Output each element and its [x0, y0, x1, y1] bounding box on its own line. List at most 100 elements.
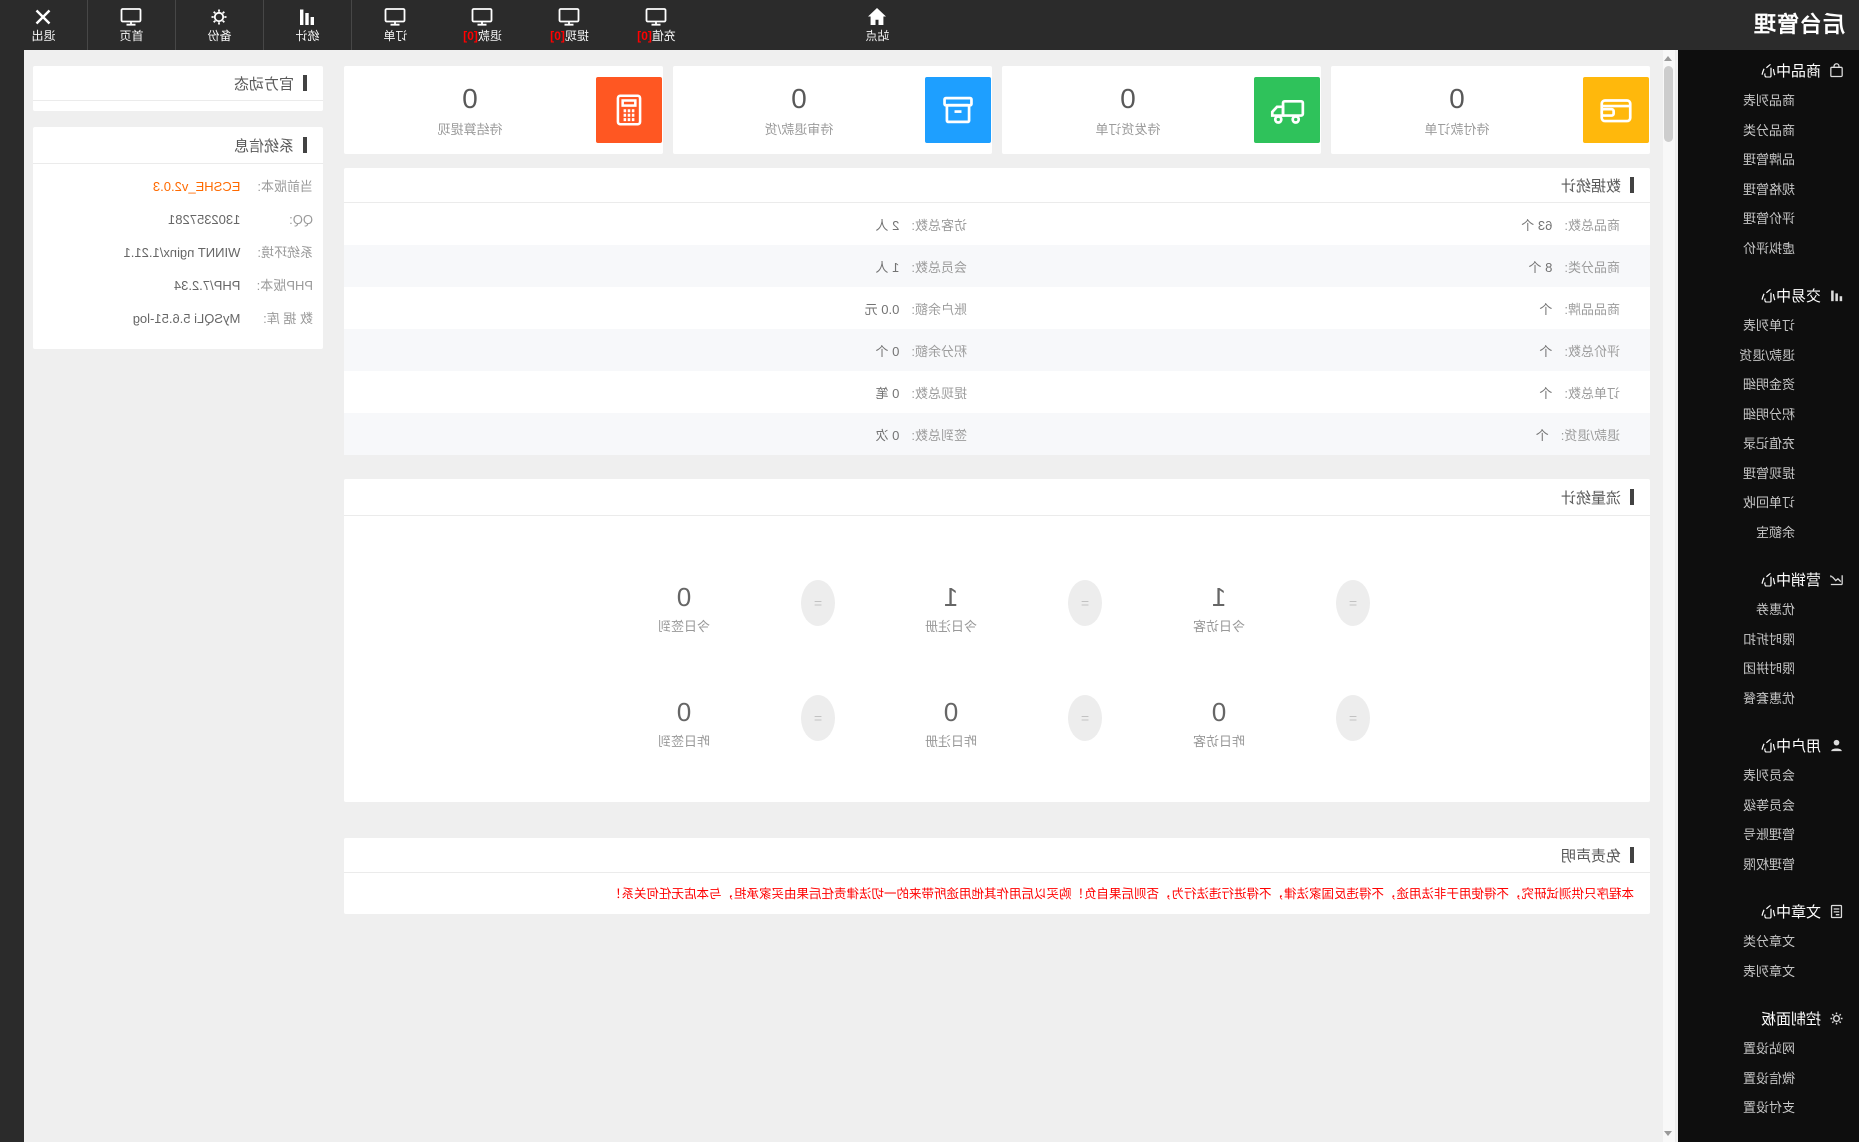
stat-value: 8 个 — [1528, 259, 1553, 275]
sidebar-item-admin-permissions[interactable]: 管理权限 — [1678, 850, 1859, 880]
sidebar-item-site-settings[interactable]: 网站设置 — [1678, 1034, 1859, 1064]
monitor-icon — [352, 4, 439, 29]
stat-label: 商品总数: — [1564, 217, 1620, 233]
metric-today-registrations: = 1 今日注册 — [881, 580, 1102, 635]
nav-item-refund[interactable]: 退款[0] — [439, 0, 526, 50]
nav-item-label: 统计 — [295, 29, 320, 43]
edge-dark-strip — [0, 50, 24, 1142]
traffic-stats-panel: 流量统计 = 1 今日访客 = 1 今日注册 = 0 今日签到 = 0 昨日访客… — [344, 479, 1650, 802]
card-content: 0 待付款订单 — [1331, 83, 1583, 138]
sidebar-item-brand-manage[interactable]: 品牌管理 — [1678, 145, 1859, 175]
traffic-metrics: = 1 今日访客 = 1 今日注册 = 0 今日签到 = 0 昨日访客 = 0 … — [344, 516, 1650, 802]
metric-value: 0 — [676, 582, 692, 612]
nav-item-withdraw[interactable]: 提现[0] — [526, 0, 613, 50]
equals-icon: = — [1068, 695, 1102, 741]
sidebar-item-payment-settings[interactable]: 支付设置 — [1678, 1093, 1859, 1123]
stat-cards-row: 0 待付款订单 0 待发货订单 0 待审退款/货 0 待结算提现 — [344, 66, 1650, 154]
sidebar-item-combo-deal[interactable]: 优惠套餐 — [1678, 684, 1859, 714]
sidebar-item-wechat-settings[interactable]: 微信设置 — [1678, 1064, 1859, 1094]
metric-value: 1 — [1211, 582, 1227, 612]
sidebar-item-article-list[interactable]: 文章列表 — [1678, 957, 1859, 987]
stat-label: 访客总数: — [911, 217, 967, 233]
user-icon — [1828, 737, 1845, 754]
sidebar-item-coupons[interactable]: 优惠券 — [1678, 595, 1859, 625]
nav-item-site[interactable]: 站点 — [834, 0, 921, 50]
sidebar-header-articles[interactable]: 文章中心 — [1678, 895, 1859, 927]
card-label: 待审退款/货 — [764, 121, 834, 137]
panel-header: 数据统计 — [344, 168, 1650, 203]
sidebar-item-recharge-record[interactable]: 充值记录 — [1678, 429, 1859, 459]
sidebar-item-virtual-review[interactable]: 虚拟评价 — [1678, 234, 1859, 264]
sidebar-item-refund-return[interactable]: 退款/退货 — [1678, 341, 1859, 371]
scrollbar-thumb[interactable] — [1664, 66, 1673, 142]
sidebar-header-users[interactable]: 用户中心 — [1678, 729, 1859, 761]
navbar-menu: 站点 充值[0] 提现[0] 退款[0] 订单 统计 备份 首页 退出 — [0, 0, 921, 50]
sidebar-item-spec-manage[interactable]: 规格管理 — [1678, 175, 1859, 205]
nav-item-homepage[interactable]: 首页 — [88, 0, 176, 50]
nav-item-statistics[interactable]: 统计 — [264, 0, 352, 50]
nav-item-label: 提现[0] — [550, 29, 589, 43]
stat-value: 63 个 — [1521, 217, 1553, 233]
list-item: 数 据 库: MySQLi 5.6.51-log — [33, 302, 323, 335]
metric-label: 昨日注册 — [925, 734, 978, 749]
card-label: 待付款订单 — [1424, 121, 1490, 137]
scrollbar-up-arrow-icon[interactable] — [1664, 56, 1672, 61]
sidebar-header-products[interactable]: 商品中心 — [1678, 54, 1859, 86]
panel-title: 流量统计 — [1560, 489, 1621, 507]
sidebar-header-settings[interactable]: 控制面板 — [1678, 1002, 1859, 1034]
nav-item-orders[interactable]: 订单 — [352, 0, 439, 50]
nav-item-label: 退款[0] — [463, 29, 502, 43]
nav-item-recharge[interactable]: 充值[0] — [613, 0, 700, 50]
table-row: 商品品牌: 个 账户余额: 0.0 元 — [344, 287, 1650, 329]
sidebar-header-trade[interactable]: 交易中心 — [1678, 279, 1859, 311]
sidebar-item-article-category[interactable]: 文章分类 — [1678, 927, 1859, 957]
sidebar-item-goods-category[interactable]: 商品分类 — [1678, 116, 1859, 146]
sidebar-section-title: 商品中心 — [1760, 62, 1821, 80]
sidebar-header-marketing[interactable]: 营销中心 — [1678, 563, 1859, 595]
card-pending-payment[interactable]: 0 待付款订单 — [1331, 66, 1650, 154]
sidebar-item-admin-accounts[interactable]: 管理账号 — [1678, 820, 1859, 850]
stat-label: 退款/退货: — [1560, 427, 1620, 443]
equals-icon: = — [1336, 580, 1370, 626]
nav-item-label: 退出 — [31, 29, 56, 43]
header-accent-bar — [1630, 177, 1634, 193]
document-icon — [1828, 903, 1845, 920]
sidebar-item-flash-discount[interactable]: 限时折扣 — [1678, 625, 1859, 655]
data-stats-panel: 数据统计 商品总数: 63 个 访客总数: 2 人 商品分类: 8 个 会员总数: 1 … — [344, 168, 1650, 455]
panel-header: 官方动态 — [33, 66, 323, 101]
panel-header: 免责声明 — [344, 838, 1650, 873]
card-value: 0 — [791, 82, 807, 114]
main-column: 0 待付款订单 0 待发货订单 0 待审退款/货 0 待结算提现 数据统计 商品… — [344, 66, 1650, 914]
sidebar-item-goods-list[interactable]: 商品列表 — [1678, 86, 1859, 116]
sidebar-item-withdraw-manage[interactable]: 提现管理 — [1678, 459, 1859, 489]
count-badge: [0] — [550, 29, 565, 43]
main-content: 0 待付款订单 0 待发货订单 0 待审退款/货 0 待结算提现 数据统计 商品… — [24, 50, 1663, 1142]
sidebar-item-order-recycle[interactable]: 订单回收 — [1678, 488, 1859, 518]
sidebar-item-member-list[interactable]: 会员列表 — [1678, 761, 1859, 791]
card-pending-refund-review[interactable]: 0 待审退款/货 — [673, 66, 992, 154]
header-accent-bar — [303, 137, 307, 153]
sidebar-item-group-buy[interactable]: 限时拼团 — [1678, 654, 1859, 684]
bar-chart-icon — [1828, 287, 1845, 304]
sidebar-item-review-manage[interactable]: 评价管理 — [1678, 204, 1859, 234]
card-pending-shipment[interactable]: 0 待发货订单 — [1002, 66, 1321, 154]
nav-item-backup[interactable]: 备份 — [176, 0, 264, 50]
calculator-icon — [596, 77, 662, 143]
count-badge: [0] — [463, 29, 478, 43]
sys-label: QQ: — [289, 212, 313, 227]
equals-icon: = — [801, 580, 835, 626]
content-scrollbar[interactable] — [1663, 50, 1676, 1142]
stat-label: 评价总数: — [1564, 343, 1620, 359]
sidebar-item-yuebao[interactable]: 余额宝 — [1678, 518, 1859, 548]
scrollbar-down-arrow-icon[interactable] — [1664, 1131, 1672, 1136]
nav-item-logout[interactable]: 退出 — [0, 0, 88, 50]
table-row: 退款/退货: 个 签到总数: 0 次 — [344, 413, 1650, 455]
sidebar-item-member-level[interactable]: 会员等级 — [1678, 791, 1859, 821]
sidebar-item-points-detail[interactable]: 积分明细 — [1678, 400, 1859, 430]
card-pending-settlement[interactable]: 0 待结算提现 — [344, 66, 663, 154]
top-navbar: 后台管理 站点 充值[0] 提现[0] 退款[0] 订单 统计 备份 首页 退出 — [0, 0, 1859, 50]
sidebar-item-order-list[interactable]: 订单列表 — [1678, 311, 1859, 341]
sidebar-item-fund-detail[interactable]: 资金明细 — [1678, 370, 1859, 400]
count-badge: [0] — [637, 29, 652, 43]
panel-title: 官方动态 — [233, 75, 294, 93]
